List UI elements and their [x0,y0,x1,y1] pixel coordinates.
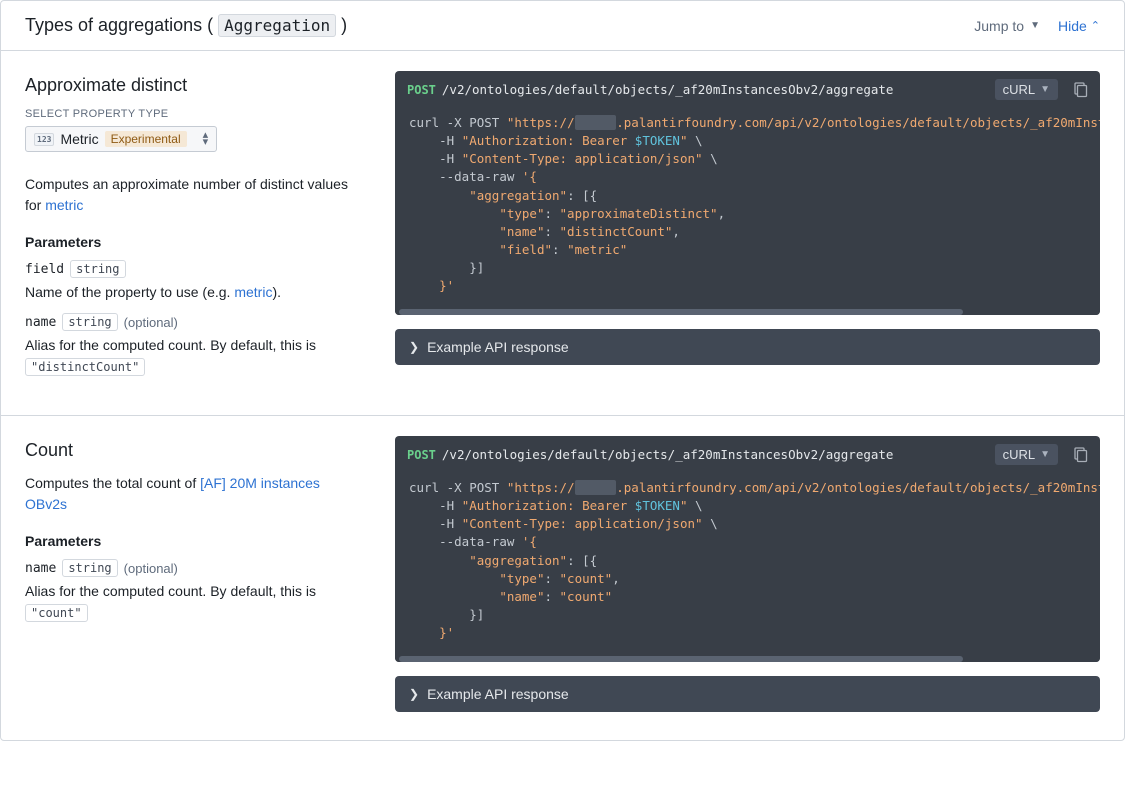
caret-down-icon: ▼ [1040,84,1050,95]
param-type: string [70,260,125,278]
code-header: POST /v2/ontologies/default/objects/_af2… [395,436,1100,473]
language-select[interactable]: cURL ▼ [995,79,1058,100]
code-body[interactable]: curl -X POST "https://xxxxx.palantirfoun… [395,108,1100,309]
property-type-select[interactable]: 123 Metric Experimental ▴▾ [25,126,217,152]
title-suffix: ) [341,15,347,35]
select-arrows-icon: ▴▾ [203,132,209,146]
param-name: name [25,561,56,576]
title-prefix: Types of aggregations ( [25,15,213,35]
param-optional: (optional) [124,315,178,330]
metric-link[interactable]: metric [234,284,272,300]
example-response-toggle[interactable]: ❯ Example API response [395,676,1100,712]
caret-down-icon: ▼ [1040,449,1050,460]
title-code: Aggregation [218,14,336,37]
endpoint-path: /v2/ontologies/default/objects/_af20mIns… [442,82,989,97]
copy-icon[interactable] [1072,82,1088,98]
header-actions: Jump to ▼ Hide ⌃ [974,18,1100,34]
experimental-badge: Experimental [105,131,187,147]
param-name: name [25,315,56,330]
response-label: Example API response [427,339,569,355]
panel-header: Types of aggregations ( Aggregation ) Ju… [1,1,1124,51]
default-value-code: "distinctCount" [25,358,145,376]
right-column: POST /v2/ontologies/default/objects/_af2… [395,71,1100,387]
param-name-row: name string (optional) [25,559,365,577]
horizontal-scrollbar[interactable] [395,656,1100,662]
response-label: Example API response [427,686,569,702]
metric-link[interactable]: metric [45,197,83,213]
section-approximate-distinct: Approximate distinct SELECT PROPERTY TYP… [1,51,1124,416]
section-description: Computes an approximate number of distin… [25,174,365,216]
chevron-right-icon: ❯ [409,687,419,701]
right-column: POST /v2/ontologies/default/objects/_af2… [395,436,1100,712]
section-title: Count [25,440,365,461]
parameters-heading: Parameters [25,234,365,250]
left-column: Approximate distinct SELECT PROPERTY TYP… [25,71,365,387]
param-desc: Alias for the computed count. By default… [25,335,365,377]
endpoint-path: /v2/ontologies/default/objects/_af20mIns… [442,447,989,462]
section-title: Approximate distinct [25,75,365,96]
example-response-toggle[interactable]: ❯ Example API response [395,329,1100,365]
copy-icon[interactable] [1072,447,1088,463]
http-method-badge: POST [407,83,436,97]
code-block: POST /v2/ontologies/default/objects/_af2… [395,71,1100,315]
hide-label: Hide [1058,18,1087,34]
caret-up-icon: ⌃ [1091,19,1100,32]
param-type: string [62,313,117,331]
left-column: Count Computes the total count of [AF] 2… [25,436,365,712]
http-method-badge: POST [407,448,436,462]
panel-title: Types of aggregations ( Aggregation ) [25,15,974,36]
parameters-heading: Parameters [25,533,365,549]
param-field: field string [25,260,365,278]
aggregations-panel: Types of aggregations ( Aggregation ) Ju… [0,0,1125,741]
section-description: Computes the total count of [AF] 20M ins… [25,473,365,515]
horizontal-scrollbar[interactable] [395,309,1100,315]
param-name-row: name string (optional) [25,313,365,331]
param-optional: (optional) [124,561,178,576]
section-count: Count Computes the total count of [AF] 2… [1,416,1124,740]
hide-button[interactable]: Hide ⌃ [1058,18,1100,34]
default-value-code: "count" [25,604,88,622]
numeric-type-icon: 123 [34,133,54,146]
param-desc: Name of the property to use (e.g. metric… [25,282,365,303]
language-select[interactable]: cURL ▼ [995,444,1058,465]
jump-to-button[interactable]: Jump to ▼ [974,18,1040,34]
select-property-label: SELECT PROPERTY TYPE [25,108,365,120]
code-header: POST /v2/ontologies/default/objects/_af2… [395,71,1100,108]
param-desc: Alias for the computed count. By default… [25,581,365,623]
param-name: field [25,262,64,277]
select-value: Metric [60,131,98,147]
param-type: string [62,559,117,577]
jump-to-label: Jump to [974,18,1024,34]
caret-down-icon: ▼ [1030,20,1040,31]
chevron-right-icon: ❯ [409,340,419,354]
code-block: POST /v2/ontologies/default/objects/_af2… [395,436,1100,662]
code-body[interactable]: curl -X POST "https://xxxxx.palantirfoun… [395,473,1100,656]
